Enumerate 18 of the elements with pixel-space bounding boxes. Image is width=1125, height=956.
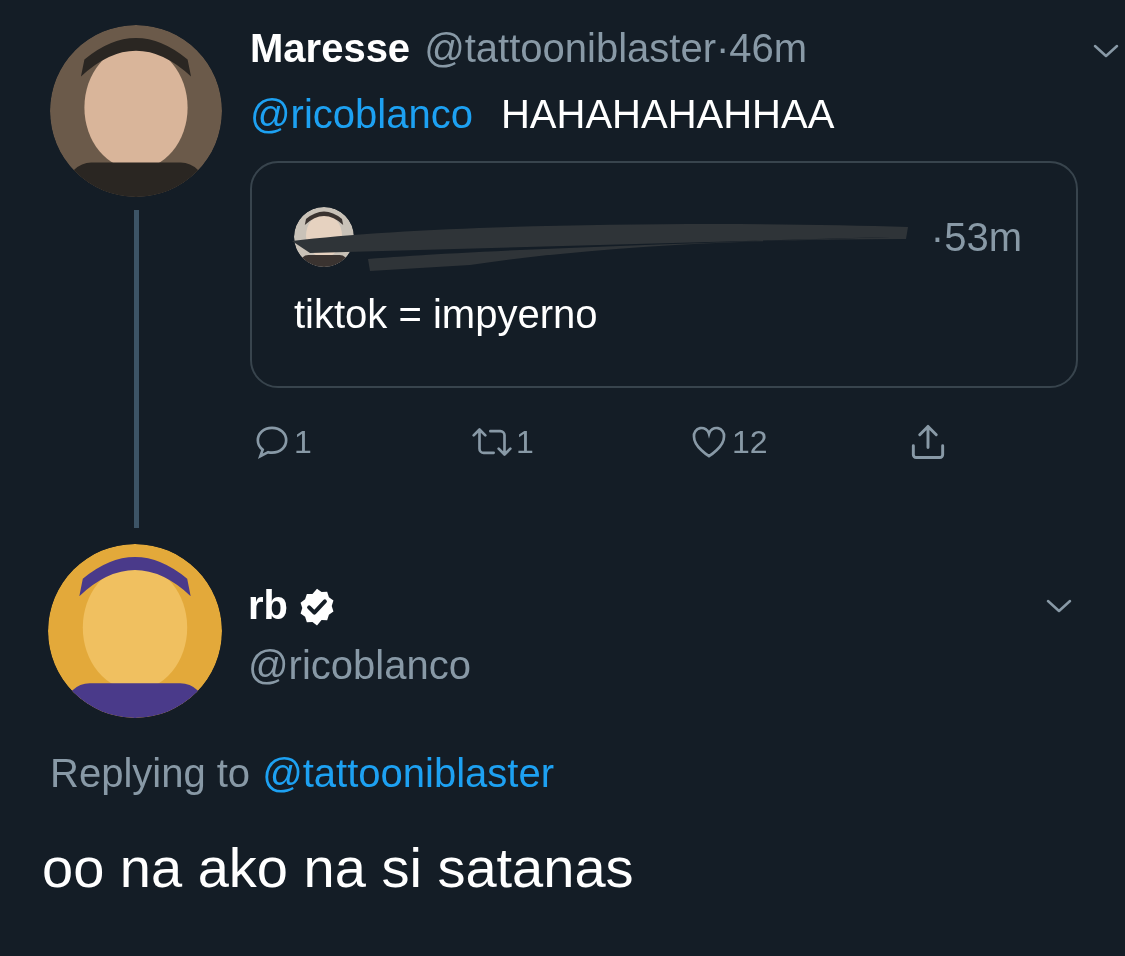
tweet-time: ·53m — [930, 214, 1022, 261]
user-handle: @tattooniblaster — [424, 25, 716, 71]
tweet-text: HAHAHAHAHHAA — [500, 91, 835, 138]
replying-label: Replying to — [50, 750, 251, 797]
chevron-down-icon[interactable] — [1045, 598, 1073, 614]
chevron-down-icon[interactable] — [1092, 43, 1120, 59]
action-count: 12 — [732, 423, 768, 462]
mention-link[interactable]: @tattooniblaster — [262, 748, 554, 798]
user-handle: @ricoblanco — [248, 642, 472, 688]
quoted-tweet-card[interactable]: ·53m tiktok = impyerno — [250, 161, 1078, 388]
quoted-tweet-text: tiktok = impyerno — [294, 291, 599, 338]
tweet-text: oo na ako na si satanas — [41, 836, 635, 900]
mention-link[interactable]: @ricoblanco — [250, 89, 473, 139]
action-count: 1 — [516, 423, 534, 462]
user-name[interactable]: Maresse — [250, 25, 411, 71]
user-name[interactable]: rb — [248, 582, 288, 628]
tweet-time: ·46m — [716, 25, 808, 71]
action-count: 1 — [294, 423, 312, 462]
